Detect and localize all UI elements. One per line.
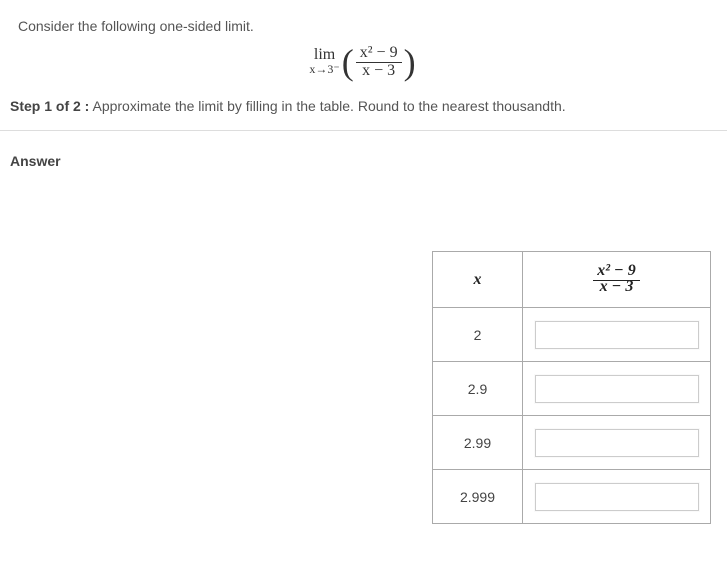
step-label: Step 1 of 2 :: [10, 98, 89, 114]
table-row: 2.999: [433, 470, 711, 524]
limit-fraction: x² − 9 x − 3: [356, 44, 402, 79]
x-cell: 2.9: [433, 362, 523, 416]
answer-input-3[interactable]: [535, 483, 699, 511]
x-cell: 2.999: [433, 470, 523, 524]
x-cell: 2: [433, 308, 523, 362]
lim-approach: x→3⁻: [309, 62, 339, 76]
answer-heading: Answer: [0, 131, 727, 191]
lim-operator: lim x→3⁻: [309, 47, 339, 77]
table-row: 2.9: [433, 362, 711, 416]
paren-close: ): [402, 44, 418, 80]
header-fraction-denominator: x − 3: [600, 277, 634, 295]
answer-input-0[interactable]: [535, 321, 699, 349]
table-header-x: x: [433, 252, 523, 308]
answer-table: x x² − 9 x − 3 2 2.9 2.99 2.999: [432, 251, 711, 524]
table-header-fx: x² − 9 x − 3: [523, 252, 711, 308]
step-instruction: Step 1 of 2 : Approximate the limit by f…: [0, 90, 727, 130]
answer-input-2[interactable]: [535, 429, 699, 457]
x-cell: 2.99: [433, 416, 523, 470]
step-text: Approximate the limit by filling in the …: [89, 98, 565, 114]
limit-expression: lim x→3⁻ ( x² − 9 x − 3 ): [0, 38, 727, 90]
table-row: 2.99: [433, 416, 711, 470]
paren-open: (: [340, 44, 356, 80]
intro-text: Consider the following one-sided limit.: [0, 0, 727, 38]
limit-fraction-denominator: x − 3: [362, 61, 395, 79]
lim-label: lim: [314, 46, 335, 63]
answer-input-1[interactable]: [535, 375, 699, 403]
table-row: 2: [433, 308, 711, 362]
